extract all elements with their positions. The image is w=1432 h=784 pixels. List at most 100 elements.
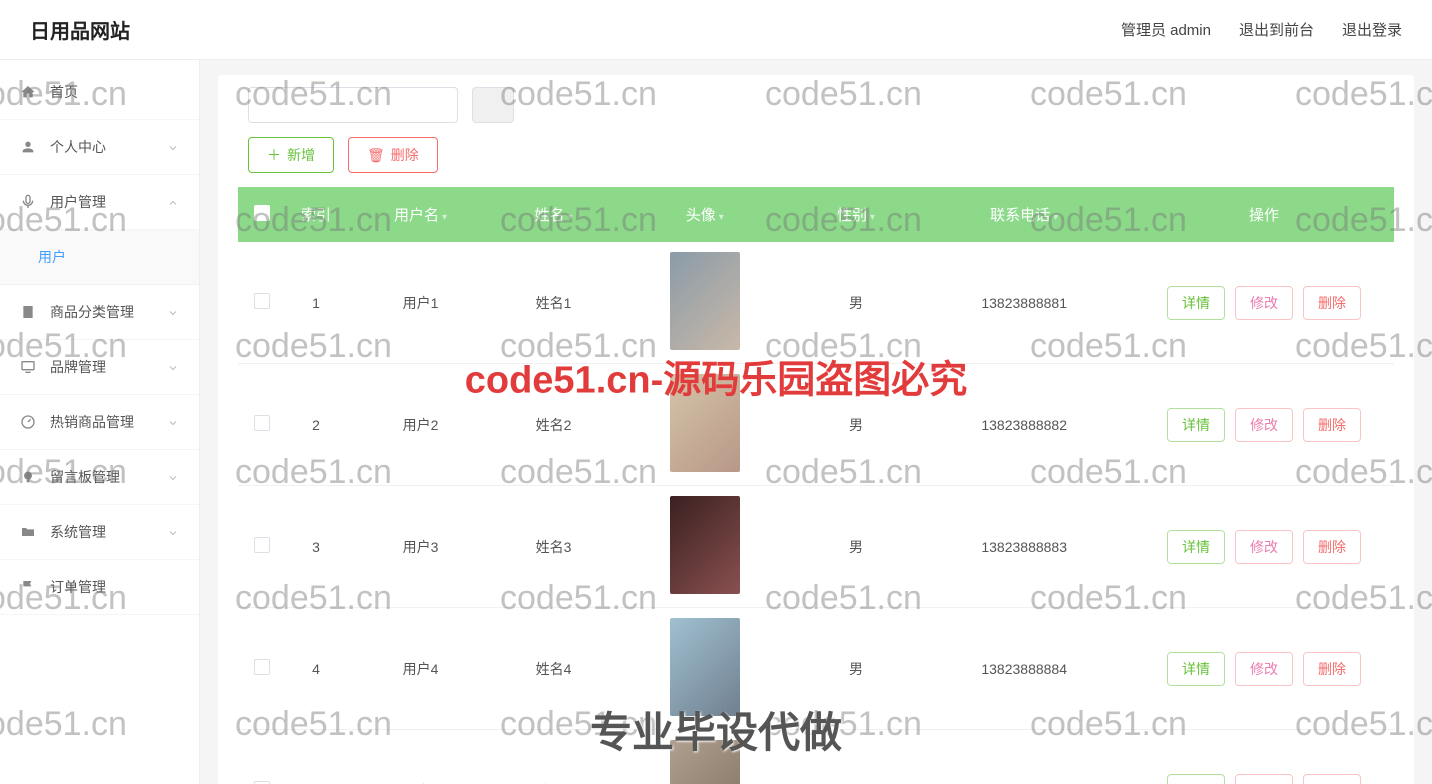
folder-icon — [20, 524, 36, 540]
avatar — [670, 740, 740, 784]
row-delete-button[interactable]: 删除 — [1303, 286, 1361, 320]
cell-name: 姓名1 — [495, 242, 612, 364]
sidebar-item-label: 个人中心 — [50, 137, 106, 157]
sidebar-item-board[interactable]: 留言板管理 — [0, 450, 199, 505]
cell-name: 姓名4 — [495, 608, 612, 730]
edit-button[interactable]: 修改 — [1235, 408, 1293, 442]
edit-button[interactable]: 修改 — [1235, 774, 1293, 784]
detail-button[interactable]: 详情 — [1167, 408, 1225, 442]
user-icon — [20, 139, 36, 155]
clipboard-icon — [20, 304, 36, 320]
sort-icon: ▾ — [442, 212, 447, 223]
sort-icon: ▾ — [1053, 212, 1058, 223]
mic-icon — [20, 194, 36, 210]
site-logo: 日用品网站 — [30, 15, 130, 44]
cell-index: 3 — [286, 486, 346, 608]
sidebar-item-label: 热销商品管理 — [50, 412, 134, 432]
sort-icon: ▾ — [870, 212, 875, 223]
cell-username: 用户5 — [346, 730, 495, 784]
sidebar-item-label: 留言板管理 — [50, 467, 120, 487]
avatar — [670, 374, 740, 472]
gauge-icon — [20, 414, 36, 430]
cell-gender: 男 — [798, 730, 915, 784]
sidebar-item-home[interactable]: 首页 — [0, 65, 199, 120]
cell-index: 2 — [286, 364, 346, 486]
table-row: 1用户1姓名1男13823888881详情修改删除 — [238, 242, 1394, 364]
col-gender[interactable]: 性别 — [837, 207, 867, 224]
edit-button[interactable]: 修改 — [1235, 530, 1293, 564]
sidebar-item-category[interactable]: 商品分类管理 — [0, 285, 199, 340]
detail-button[interactable]: 详情 — [1167, 774, 1225, 784]
cell-name: 姓名5 — [495, 730, 612, 784]
chevron-down-icon — [167, 471, 179, 483]
search-input[interactable] — [248, 87, 458, 123]
cell-gender: 男 — [798, 364, 915, 486]
cell-index: 4 — [286, 608, 346, 730]
col-op: 操作 — [1249, 207, 1279, 224]
table-row: 2用户2姓名2男13823888882详情修改删除 — [238, 364, 1394, 486]
detail-button[interactable]: 详情 — [1167, 652, 1225, 686]
monitor-icon — [20, 359, 36, 375]
table-row: 5用户5姓名5 男13823888885 详情修改删除 — [238, 730, 1394, 784]
sidebar-subitem-user[interactable]: 用户 — [0, 230, 199, 285]
chevron-down-icon — [167, 361, 179, 373]
sort-icon: ▾ — [719, 212, 724, 223]
sort-icon: ▾ — [568, 212, 573, 223]
row-checkbox[interactable] — [254, 415, 270, 431]
avatar — [670, 496, 740, 594]
delete-button[interactable]: 🗑 删除 — [348, 137, 438, 173]
cell-phone: 13823888883 — [914, 486, 1134, 608]
row-checkbox[interactable] — [254, 537, 270, 553]
sidebar-item-user[interactable]: 用户管理 — [0, 175, 199, 230]
chevron-up-icon — [167, 196, 179, 208]
sidebar-item-label: 品牌管理 — [50, 357, 106, 377]
detail-button[interactable]: 详情 — [1167, 530, 1225, 564]
chevron-down-icon — [167, 416, 179, 428]
select-all-checkbox[interactable] — [254, 205, 270, 221]
col-username[interactable]: 用户名 — [394, 207, 439, 224]
logout-link[interactable]: 退出登录 — [1342, 19, 1402, 40]
sidebar-item-label: 商品分类管理 — [50, 302, 134, 322]
cell-phone: 13823888884 — [914, 608, 1134, 730]
edit-button[interactable]: 修改 — [1235, 652, 1293, 686]
sidebar-item-label: 用户 — [38, 247, 66, 267]
detail-button[interactable]: 详情 — [1167, 286, 1225, 320]
avatar — [670, 618, 740, 716]
sidebar-item-brand[interactable]: 品牌管理 — [0, 340, 199, 395]
flag-icon — [20, 579, 36, 595]
sidebar-item-personal[interactable]: 个人中心 — [0, 120, 199, 175]
delete-button-label: 删除 — [391, 145, 419, 165]
sidebar-item-system[interactable]: 系统管理 — [0, 505, 199, 560]
cell-phone: 13823888885 — [914, 730, 1134, 784]
row-delete-button[interactable]: 删除 — [1303, 774, 1361, 784]
row-delete-button[interactable]: 删除 — [1303, 530, 1361, 564]
cell-name: 姓名2 — [495, 364, 612, 486]
cell-index: 5 — [286, 730, 346, 784]
cell-index: 1 — [286, 242, 346, 364]
sidebar-item-label: 系统管理 — [50, 522, 106, 542]
col-phone[interactable]: 联系电话 — [990, 207, 1050, 224]
trash-icon: 🗑 — [367, 147, 385, 164]
add-button[interactable]: ＋ 新增 — [248, 137, 334, 173]
row-delete-button[interactable]: 删除 — [1303, 652, 1361, 686]
sidebar-item-order[interactable]: 订单管理 — [0, 560, 199, 615]
col-name[interactable]: 姓名 — [534, 207, 564, 224]
chevron-down-icon — [167, 526, 179, 538]
search-button[interactable] — [472, 87, 514, 123]
sidebar-item-hot[interactable]: 热销商品管理 — [0, 395, 199, 450]
row-checkbox[interactable] — [254, 293, 270, 309]
add-button-label: 新增 — [287, 145, 315, 165]
admin-label[interactable]: 管理员 admin — [1121, 19, 1211, 40]
edit-button[interactable]: 修改 — [1235, 286, 1293, 320]
cell-gender: 男 — [798, 242, 915, 364]
cell-phone: 13823888882 — [914, 364, 1134, 486]
row-delete-button[interactable]: 删除 — [1303, 408, 1361, 442]
row-checkbox[interactable] — [254, 659, 270, 675]
col-avatar[interactable]: 头像 — [686, 207, 716, 224]
cell-username: 用户1 — [346, 242, 495, 364]
exit-front-link[interactable]: 退出到前台 — [1239, 19, 1314, 40]
avatar — [670, 252, 740, 350]
plus-icon: ＋ — [267, 145, 281, 165]
col-index[interactable]: 索引 — [301, 207, 331, 224]
cell-name: 姓名3 — [495, 486, 612, 608]
